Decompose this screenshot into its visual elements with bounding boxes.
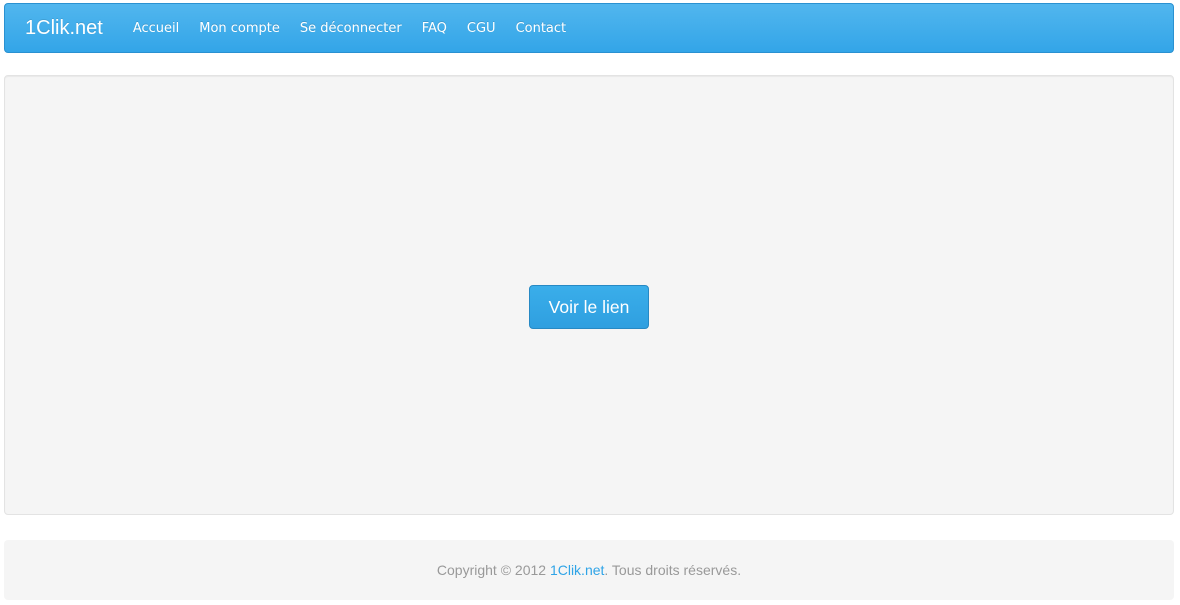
rights-text: . Tous droits réservés. (604, 562, 742, 578)
nav-item-contact[interactable]: Contact (506, 21, 577, 36)
brand-link[interactable]: 1Clik.net (25, 17, 103, 40)
nav-item-se-deconnecter[interactable]: Se déconnecter (290, 21, 412, 36)
main-nav: Accueil Mon compte Se déconnecter FAQ CG… (123, 21, 576, 36)
footer-brand-link[interactable]: 1Clik.net (550, 562, 604, 578)
main-content-panel: Voir le lien (4, 75, 1174, 515)
nav-item-accueil[interactable]: Accueil (123, 21, 189, 36)
nav-item-faq[interactable]: FAQ (412, 21, 457, 36)
top-navbar: 1Clik.net Accueil Mon compte Se déconnec… (4, 3, 1174, 53)
footer: Copyright © 2012 1Clik.net. Tous droits … (4, 540, 1174, 600)
copyright-text: Copyright © 2012 (436, 562, 547, 578)
nav-item-mon-compte[interactable]: Mon compte (189, 21, 290, 36)
nav-item-cgu[interactable]: CGU (457, 21, 506, 36)
voir-le-lien-button[interactable]: Voir le lien (529, 285, 649, 329)
